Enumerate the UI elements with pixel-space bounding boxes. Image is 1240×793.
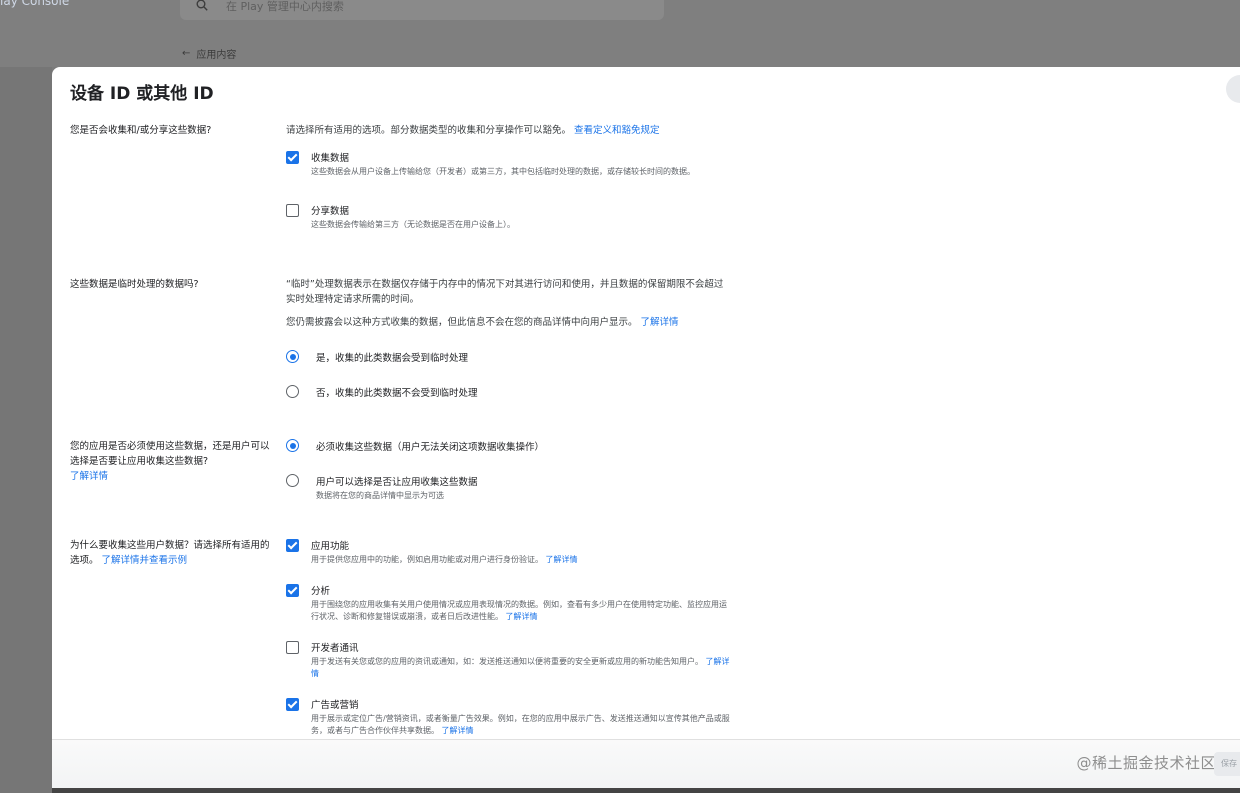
- option-analytics[interactable]: 分析 用于围绕您的应用收集有关用户使用情况或应用表现情况的数据。例如，查看有多少…: [286, 583, 727, 640]
- watermark: @稀土掘金技术社区: [1076, 754, 1216, 772]
- bottom-edge: [52, 788, 1240, 793]
- arrow-left-icon: ←: [182, 48, 191, 59]
- background-sidebar: [0, 67, 52, 793]
- dialog-footer: @稀土掘金技术社区 保存: [52, 739, 1240, 793]
- radio-button[interactable]: [286, 439, 299, 452]
- checkbox[interactable]: [286, 204, 299, 217]
- ephemeral-section: 这些数据是临时处理的数据吗? “临时”处理数据表示在数据仅存储于内存中的情况下对…: [70, 277, 723, 399]
- ephemeral-note: 您仍需披露会以这种方式收集的数据，但此信息不会在您的商品详情中向用户显示。 了解…: [286, 317, 679, 328]
- checkbox[interactable]: [286, 698, 299, 711]
- search-icon: [196, 0, 208, 11]
- collect-share-section: 您是否会收集和/或分享这些数据? 请选择所有适用的选项。部分数据类型的收集和分享…: [70, 123, 695, 229]
- radio-required[interactable]: 必须收集这些数据（用户无法关闭这项数据收集操作）: [286, 439, 726, 459]
- purpose-section: 为什么要收集这些用户数据？请选择所有适用的选项。 了解详情并查看示例 应用功能 …: [70, 538, 730, 735]
- dialog-title: 设备 ID 或其他 ID: [70, 84, 214, 104]
- save-button[interactable]: 保存: [1214, 752, 1240, 776]
- required-optional-section: 您的应用是否必须使用这些数据，还是用户可以选择是否要让应用收集这些数据? 了解详…: [70, 439, 544, 500]
- section-question: 为什么要收集这些用户数据？请选择所有适用的选项。 了解详情并查看示例: [70, 540, 270, 566]
- ephemeral-explain: “临时”处理数据表示在数据仅存储于内存中的情况下对其进行访问和使用，并且数据的保…: [286, 279, 724, 305]
- option-collect-data[interactable]: 收集数据 这些数据会从用户设备上传输给您（开发者）或第三方，其中包括临时处理的数…: [286, 150, 726, 200]
- checkbox[interactable]: [286, 641, 299, 654]
- learn-more-link[interactable]: 了解详情: [442, 726, 474, 735]
- checkbox[interactable]: [286, 151, 299, 164]
- radio-ephemeral-no[interactable]: 否，收集的此类数据不会受到临时处理: [286, 385, 726, 405]
- option-developer-communications[interactable]: 开发者通讯 用于发送有关您或您的应用的资讯或通知，如：发送推送通知以便将重要的安…: [286, 640, 730, 697]
- exemptions-link[interactable]: 查看定义和豁免规定: [574, 125, 660, 136]
- section-intro: 请选择所有适用的选项。部分数据类型的收集和分享操作可以豁免。 查看定义和豁免规定: [286, 125, 660, 136]
- learn-more-link[interactable]: 了解详情: [641, 317, 679, 328]
- close-button[interactable]: [1226, 75, 1240, 103]
- learn-more-link[interactable]: 了解详情: [546, 555, 578, 564]
- back-label: 应用内容: [196, 50, 237, 61]
- option-advertising-marketing[interactable]: 广告或营销 用于展示或定位广告/营销资讯，或者衡量广告效果。例如，在您的应用中展…: [286, 697, 730, 737]
- learn-more-link[interactable]: 了解详情: [70, 471, 108, 482]
- learn-more-link[interactable]: 了解详情: [506, 612, 538, 621]
- checkbox[interactable]: [286, 539, 299, 552]
- search-placeholder: 在 Play 管理中心内搜索: [226, 0, 344, 13]
- checkbox[interactable]: [286, 584, 299, 597]
- back-link[interactable]: ← 应用内容: [182, 46, 236, 61]
- option-app-functionality[interactable]: 应用功能 用于提供您应用中的功能，例如启用功能或对用户进行身份验证。 了解详情: [286, 538, 726, 583]
- radio-button[interactable]: [286, 474, 299, 487]
- radio-button[interactable]: [286, 350, 299, 363]
- section-question: 这些数据是临时处理的数据吗?: [70, 279, 199, 290]
- search-box[interactable]: 在 Play 管理中心内搜索: [180, 0, 664, 20]
- radio-button[interactable]: [286, 385, 299, 398]
- radio-optional[interactable]: 用户可以选择是否让应用收集这些数据 数据将在您的商品详情中显示为可选: [286, 474, 726, 504]
- data-safety-dialog: 设备 ID 或其他 ID 您是否会收集和/或分享这些数据? 请选择所有适用的选项…: [52, 67, 1240, 793]
- section-question: 您是否会收集和/或分享这些数据?: [70, 125, 212, 136]
- app-logo: lay Console: [0, 0, 70, 8]
- background-header: lay Console 在 Play 管理中心内搜索 ← 应用内容: [0, 0, 1240, 67]
- section-question: 您的应用是否必须使用这些数据，还是用户可以选择是否要让应用收集这些数据? 了解详…: [70, 441, 270, 482]
- radio-ephemeral-yes[interactable]: 是，收集的此类数据会受到临时处理: [286, 350, 726, 370]
- learn-more-examples-link[interactable]: 了解详情并查看示例: [102, 555, 188, 566]
- option-share-data[interactable]: 分享数据 这些数据会传输给第三方（无论数据是否在用户设备上）。: [286, 203, 726, 237]
